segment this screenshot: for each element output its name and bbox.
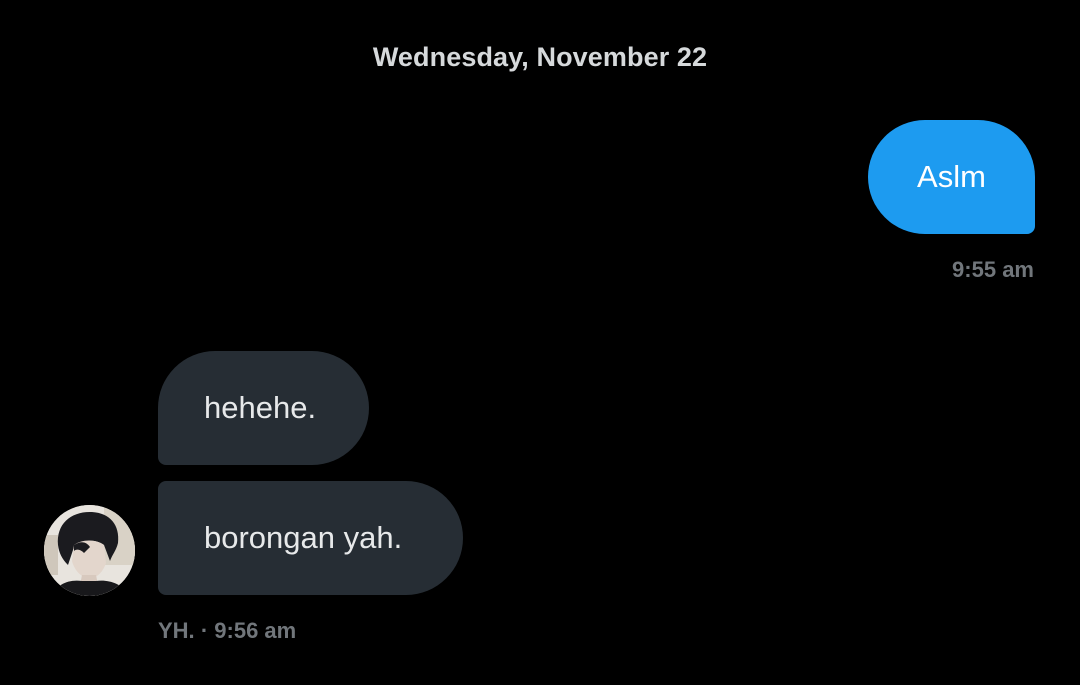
date-separator: Wednesday, November 22	[372, 42, 708, 72]
message-text: hehehe.	[204, 390, 317, 425]
sent-message-bubble[interactable]: Aslm	[868, 120, 1035, 234]
received-message-bubble[interactable]: hehehe.	[158, 351, 369, 465]
sent-message-timestamp: 9:55 am	[952, 257, 1034, 282]
sender-name[interactable]: YH.	[158, 618, 195, 643]
sender-avatar[interactable]	[44, 505, 135, 596]
message-text: borongan yah.	[204, 520, 403, 555]
user-avatar-photo-icon	[44, 505, 135, 596]
received-message-bubble[interactable]: borongan yah.	[158, 481, 463, 595]
received-message-meta: YH. · 9:56 am	[158, 618, 296, 644]
meta-separator: ·	[200, 618, 209, 643]
received-message-timestamp: 9:56 am	[214, 618, 297, 643]
message-text: Aslm	[917, 159, 986, 194]
